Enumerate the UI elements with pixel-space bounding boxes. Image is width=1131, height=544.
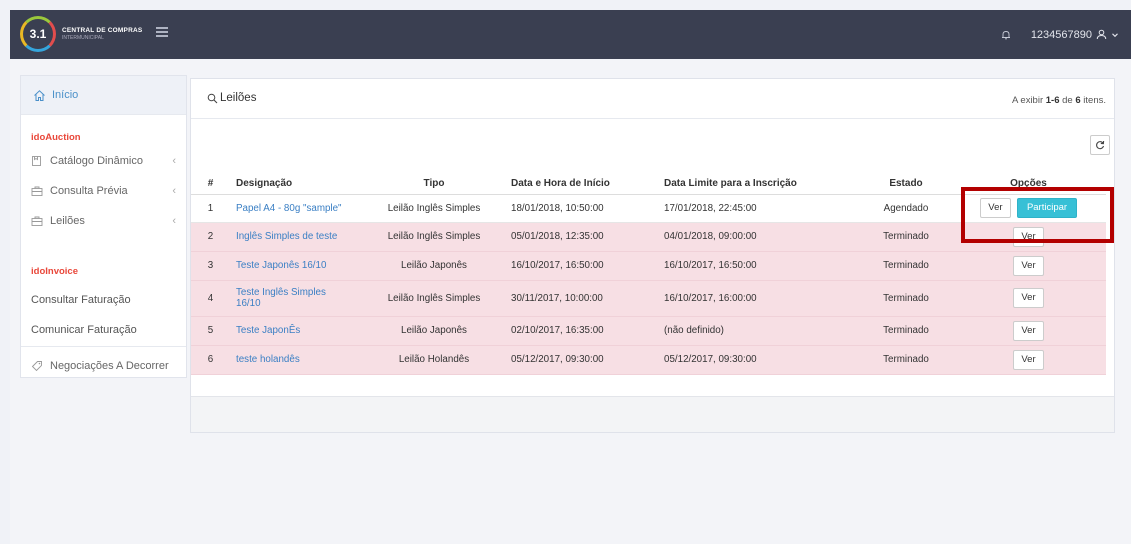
refresh-icon bbox=[1096, 140, 1105, 150]
chevron-left-icon: ‹ bbox=[172, 185, 176, 197]
logo[interactable]: 3.1 CENTRAL DE COMPRAS INTERMUNICIPAL bbox=[20, 16, 142, 52]
sidebar-item-label: Catálogo Dinâmico bbox=[50, 155, 143, 167]
results-summary: A exibir 1-6 de 6 itens. bbox=[1011, 95, 1106, 106]
briefcase-icon bbox=[31, 216, 43, 226]
auction-link[interactable]: Teste JaponÊs bbox=[236, 325, 300, 336]
table-row: 3 Teste Japonês 16/10 Leilão Japonês 16/… bbox=[191, 251, 1106, 281]
view-button[interactable]: Ver bbox=[1013, 255, 1044, 276]
chevron-left-icon: ‹ bbox=[172, 155, 176, 167]
app-frame: 3.1 CENTRAL DE COMPRAS INTERMUNICIPAL 12… bbox=[10, 10, 1131, 544]
logo-subtitle: INTERMUNICIPAL bbox=[62, 35, 104, 41]
sidebar-item-label: Início bbox=[52, 89, 79, 101]
table-row: 2 Inglês Simples de teste Leilão Inglês … bbox=[191, 222, 1106, 252]
auction-link[interactable]: teste holandês bbox=[236, 354, 300, 365]
view-button[interactable]: Ver bbox=[979, 198, 1011, 218]
status-text: Terminado bbox=[861, 222, 951, 252]
auction-link[interactable]: Teste Inglês Simples 16/10 bbox=[236, 287, 346, 309]
auctions-panel: Leilões A exibir 1-6 de 6 itens. # Desig… bbox=[190, 78, 1115, 433]
sidebar-item-label: Leilões bbox=[50, 215, 85, 227]
menu-toggle-icon[interactable] bbox=[156, 27, 168, 37]
sidebar-item-label: Consulta Prévia bbox=[50, 185, 128, 197]
sidebar: Início idoAuction Catálogo Dinâmico ‹ Co… bbox=[20, 75, 187, 378]
logo-title: CENTRAL DE COMPRAS bbox=[62, 27, 143, 34]
refresh-button[interactable] bbox=[1090, 135, 1110, 155]
table-row: 6 teste holandês Leilão Holandês 05/12/2… bbox=[191, 345, 1106, 375]
briefcase-icon bbox=[31, 186, 43, 196]
home-icon bbox=[34, 89, 45, 101]
top-bar: 3.1 CENTRAL DE COMPRAS INTERMUNICIPAL 12… bbox=[10, 10, 1131, 59]
col-header-limite: Data Limite para a Inscrição bbox=[658, 174, 861, 195]
sidebar-link-comunicar-faturacao[interactable]: Comunicar Faturação bbox=[31, 324, 137, 336]
auction-link[interactable]: Inglês Simples de teste bbox=[236, 231, 337, 242]
panel-footer bbox=[191, 396, 1114, 432]
panel-header: Leilões A exibir 1-6 de 6 itens. bbox=[191, 79, 1114, 119]
col-header-estado: Estado bbox=[861, 174, 951, 195]
search-icon bbox=[207, 93, 218, 103]
col-header-designacao: Designação bbox=[230, 174, 363, 195]
sidebar-item-catalogo[interactable]: Catálogo Dinâmico ‹ bbox=[31, 150, 176, 172]
catalog-icon bbox=[32, 156, 41, 166]
view-button[interactable]: Ver bbox=[1013, 288, 1044, 308]
col-header-num: # bbox=[191, 174, 230, 195]
auctions-table: # Designação Tipo Data e Hora de Início … bbox=[191, 174, 1106, 375]
view-button[interactable]: Ver bbox=[1013, 320, 1044, 341]
auction-link[interactable]: Papel A4 - 80g "sample" bbox=[236, 203, 342, 214]
section-label-invoice: idoInvoice bbox=[31, 266, 78, 277]
status-text: Terminado bbox=[861, 280, 951, 317]
chevron-down-icon[interactable] bbox=[1111, 31, 1119, 39]
chevron-left-icon: ‹ bbox=[172, 215, 176, 227]
participate-button[interactable]: Participar bbox=[1016, 198, 1078, 218]
table-row: 1 Papel A4 - 80g "sample" Leilão Inglês … bbox=[191, 194, 1106, 223]
status-text: Agendado bbox=[861, 194, 951, 223]
tag-icon bbox=[31, 361, 42, 372]
table-row: 4 Teste Inglês Simples 16/10 Leilão Ingl… bbox=[191, 280, 1106, 317]
user-id[interactable]: 1234567890 bbox=[1031, 29, 1092, 41]
status-text: Terminado bbox=[861, 345, 951, 375]
sidebar-item-label: Negociações A Decorrer bbox=[50, 360, 169, 372]
sidebar-link-consultar-faturacao[interactable]: Consultar Faturação bbox=[31, 294, 131, 306]
status-text: Terminado bbox=[861, 316, 951, 346]
sidebar-item-leiloes[interactable]: Leilões ‹ bbox=[31, 210, 176, 232]
view-button[interactable]: Ver bbox=[1013, 226, 1044, 247]
sidebar-item-negociacoes[interactable]: Negociações A Decorrer bbox=[31, 355, 176, 377]
col-header-tipo: Tipo bbox=[363, 174, 505, 195]
sidebar-item-home[interactable]: Início bbox=[21, 76, 186, 114]
user-icon[interactable] bbox=[1096, 29, 1107, 40]
status-text: Terminado bbox=[861, 251, 951, 281]
logo-mark: 3.1 bbox=[20, 16, 56, 52]
sidebar-item-consulta[interactable]: Consulta Prévia ‹ bbox=[31, 180, 176, 202]
table-header-row: # Designação Tipo Data e Hora de Início … bbox=[191, 174, 1106, 195]
section-label-auction: idoAuction bbox=[31, 132, 81, 143]
col-header-opcoes: Opções bbox=[951, 174, 1106, 195]
bell-icon[interactable] bbox=[1001, 30, 1011, 40]
table-row: 5 Teste JaponÊs Leilão Japonês 02/10/201… bbox=[191, 316, 1106, 346]
view-button[interactable]: Ver bbox=[1013, 349, 1044, 370]
panel-title: Leilões bbox=[220, 92, 257, 104]
auction-link[interactable]: Teste Japonês 16/10 bbox=[236, 260, 326, 271]
col-header-inicio: Data e Hora de Início bbox=[505, 174, 658, 195]
